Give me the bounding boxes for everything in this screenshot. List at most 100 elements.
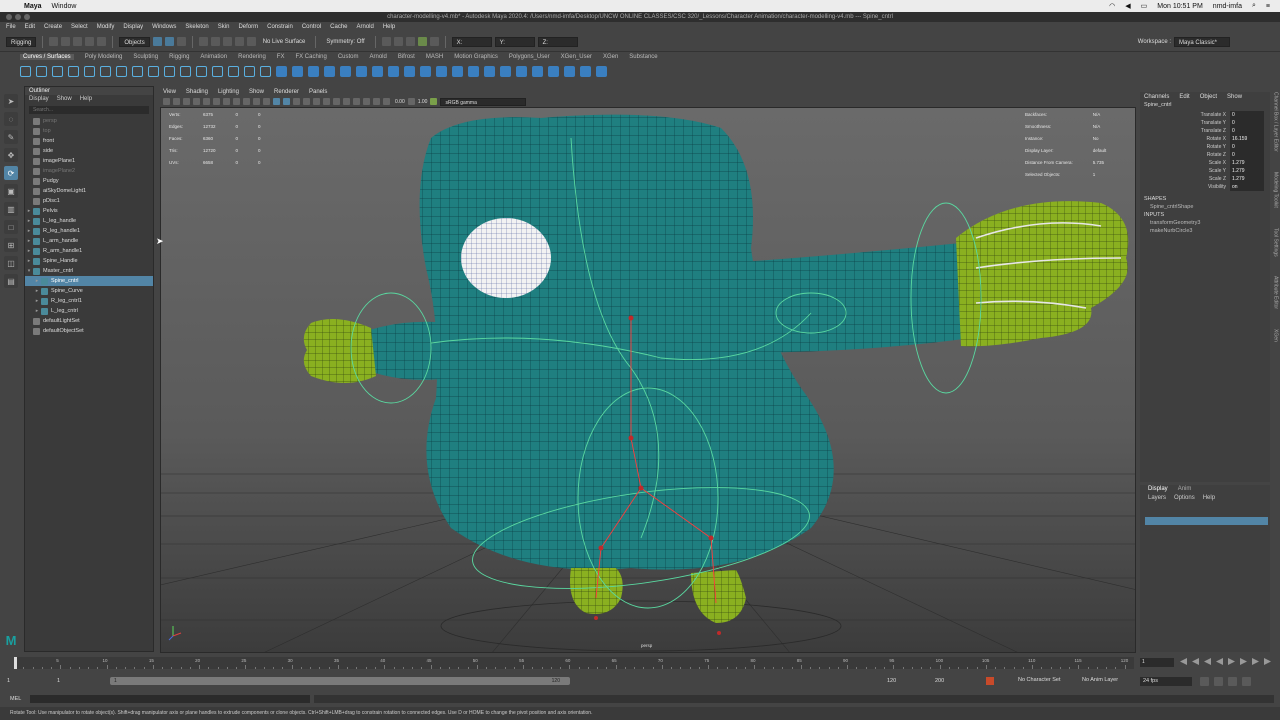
command-input[interactable] — [30, 694, 310, 703]
side-tab[interactable]: Tool Settings — [1273, 228, 1279, 257]
shelf-tab[interactable]: Custom — [338, 54, 359, 60]
expand-toggle-icon[interactable]: ▸ — [25, 246, 33, 256]
input-node[interactable]: transformGeometry3 — [1140, 219, 1270, 227]
selection-mode-dropdown[interactable]: Objects — [119, 36, 150, 47]
character-set-dropdown[interactable]: No Character Set — [1018, 677, 1061, 683]
go-to-end-icon[interactable] — [1264, 658, 1271, 665]
image-plane-icon[interactable] — [193, 98, 200, 105]
user-name[interactable]: nmd-imfa — [1213, 3, 1242, 10]
outliner-item[interactable]: defaultLightSet — [25, 316, 153, 326]
symmetry-dropdown[interactable]: Symmetry: Off — [322, 36, 369, 47]
two-pane-icon[interactable]: ◫ — [4, 256, 18, 270]
menu-skin[interactable]: Skin — [218, 24, 230, 30]
expand-toggle-icon[interactable]: ▸ — [33, 286, 41, 296]
save-scene-icon[interactable] — [73, 37, 83, 46]
viewport-menu-renderer[interactable]: Renderer — [274, 89, 299, 95]
shelf-tab[interactable]: Polygons_User — [509, 54, 550, 60]
channel-attr-name[interactable]: Translate Z — [1140, 127, 1230, 135]
outliner-item[interactable]: ▸ L_leg_handle — [25, 216, 153, 226]
outliner-item[interactable]: defaultObjectSet — [25, 326, 153, 336]
command-language[interactable]: MEL — [0, 696, 30, 702]
channel-attr-name[interactable]: Translate X — [1140, 111, 1230, 119]
shelf-tool-icon[interactable] — [36, 65, 47, 77]
audio-icon[interactable] — [1214, 677, 1223, 686]
side-tab[interactable]: XGen — [1273, 329, 1279, 342]
playback-start-field[interactable]: 1 — [54, 677, 104, 686]
gamma-field[interactable]: 1.00 — [418, 99, 428, 105]
menu-skeleton[interactable]: Skeleton — [185, 24, 208, 30]
side-tab[interactable]: Channel Box / Layer Editor — [1273, 92, 1279, 152]
shelf-tab[interactable]: XGen — [603, 54, 618, 60]
shelf-tab[interactable]: Motion Graphics — [454, 54, 498, 60]
menu-file[interactable]: File — [6, 24, 16, 30]
ao-icon[interactable] — [323, 98, 330, 105]
outliner-menu-display[interactable]: Display — [29, 95, 49, 104]
channel-attr-name[interactable]: Rotate Z — [1140, 151, 1230, 159]
shelf-tab[interactable]: FX Caching — [295, 54, 326, 60]
channel-attr-row[interactable]: Translate Y0 — [1140, 119, 1270, 127]
shelf-tool-icon[interactable] — [596, 65, 607, 77]
shelf-tool-icon[interactable] — [116, 65, 127, 77]
outliner-menu-help[interactable]: Help — [80, 95, 92, 104]
expand-toggle-icon[interactable]: ▸ — [33, 296, 41, 306]
outliner-item[interactable]: ▸ Pelvis — [25, 206, 153, 216]
step-back-icon[interactable] — [1192, 658, 1199, 665]
menuset-dropdown[interactable]: Rigging — [6, 36, 37, 47]
channel-attr-value[interactable]: 0 — [1230, 119, 1264, 127]
shelf-tab[interactable]: FX — [277, 54, 285, 60]
y-field[interactable]: Y: — [494, 36, 535, 47]
camera-attr-icon[interactable] — [173, 98, 180, 105]
channel-attr-value[interactable]: 1.279 — [1230, 175, 1264, 183]
wifi-icon[interactable]: ◠ — [1109, 2, 1115, 10]
view-transform-dropdown[interactable]: sRGB gamma — [440, 97, 527, 106]
step-key-back-icon[interactable] — [1204, 658, 1211, 665]
outliner-menu-show[interactable]: Show — [57, 95, 72, 104]
channel-attr-row[interactable]: Scale Y 1.279 — [1140, 167, 1270, 175]
shelf-tool-icon[interactable] — [100, 65, 111, 77]
channel-menu-channels[interactable]: Channels — [1144, 92, 1169, 102]
shelf-tool-icon[interactable] — [548, 65, 559, 77]
expand-toggle-icon[interactable]: ▸ — [25, 256, 33, 266]
shelf-tab[interactable]: MASH — [426, 54, 443, 60]
shelf-tab[interactable]: Curves / Surfaces — [20, 54, 74, 60]
outliner-item[interactable]: ▸ Spine_cntrl — [25, 276, 153, 286]
outliner-item[interactable]: ▸ Spine_Handle — [25, 256, 153, 266]
input-node[interactable]: makeNurbCircle3 — [1140, 227, 1270, 235]
outliner-item[interactable]: ▸ L_leg_cntrl — [25, 306, 153, 316]
tab-anim[interactable]: Anim — [1178, 485, 1192, 494]
shelf-tool-icon[interactable] — [500, 65, 511, 77]
isolate-select-icon[interactable] — [343, 98, 350, 105]
camera-select-icon[interactable] — [163, 98, 170, 105]
menu-modify[interactable]: Modify — [97, 24, 115, 30]
menu-windows[interactable]: Windows — [152, 24, 176, 30]
shelf-tool-icon[interactable] — [324, 65, 335, 77]
outliner-item[interactable]: ▸ R_leg_cntrl1 — [25, 296, 153, 306]
shelf-tool-icon[interactable] — [196, 65, 207, 77]
viewport-menu-lighting[interactable]: Lighting — [218, 89, 239, 95]
menu-help[interactable]: Help — [383, 24, 395, 30]
color-management-icon[interactable] — [430, 98, 438, 105]
shelf-tab[interactable]: Rendering — [238, 54, 266, 60]
range-slider[interactable]: 1 120 — [110, 677, 570, 685]
film-gate-icon[interactable] — [213, 98, 220, 105]
redo-icon[interactable] — [97, 37, 107, 46]
shelf-tab[interactable]: Substance — [629, 54, 657, 60]
menu-constrain[interactable]: Constrain — [267, 24, 293, 30]
outliner-item[interactable]: ▸ Spine_Curve — [25, 286, 153, 296]
side-tab[interactable]: Attribute Editor — [1273, 276, 1279, 309]
select-hierarchy-icon[interactable] — [152, 37, 162, 46]
channel-attr-row[interactable]: Scale X 1.279 — [1140, 159, 1270, 167]
aa-icon[interactable] — [333, 98, 340, 105]
shelf-tool-icon[interactable] — [308, 65, 319, 77]
undo-icon[interactable] — [85, 37, 95, 46]
channel-attr-row[interactable]: Translate X0 — [1140, 111, 1270, 119]
expand-toggle-icon[interactable]: ▾ — [25, 266, 33, 276]
shelf-tab[interactable]: Bifrost — [398, 54, 415, 60]
outliner-item[interactable]: aiSkyDomeLight1 — [25, 186, 153, 196]
outliner-item[interactable]: top — [25, 126, 153, 136]
new-scene-icon[interactable] — [49, 37, 59, 46]
outliner-item[interactable]: imagePlane1 — [25, 156, 153, 166]
menu-deform[interactable]: Deform — [238, 24, 258, 30]
exposure-field[interactable]: 0.00 — [395, 99, 405, 105]
anim-end-field[interactable]: 200 — [932, 677, 976, 686]
